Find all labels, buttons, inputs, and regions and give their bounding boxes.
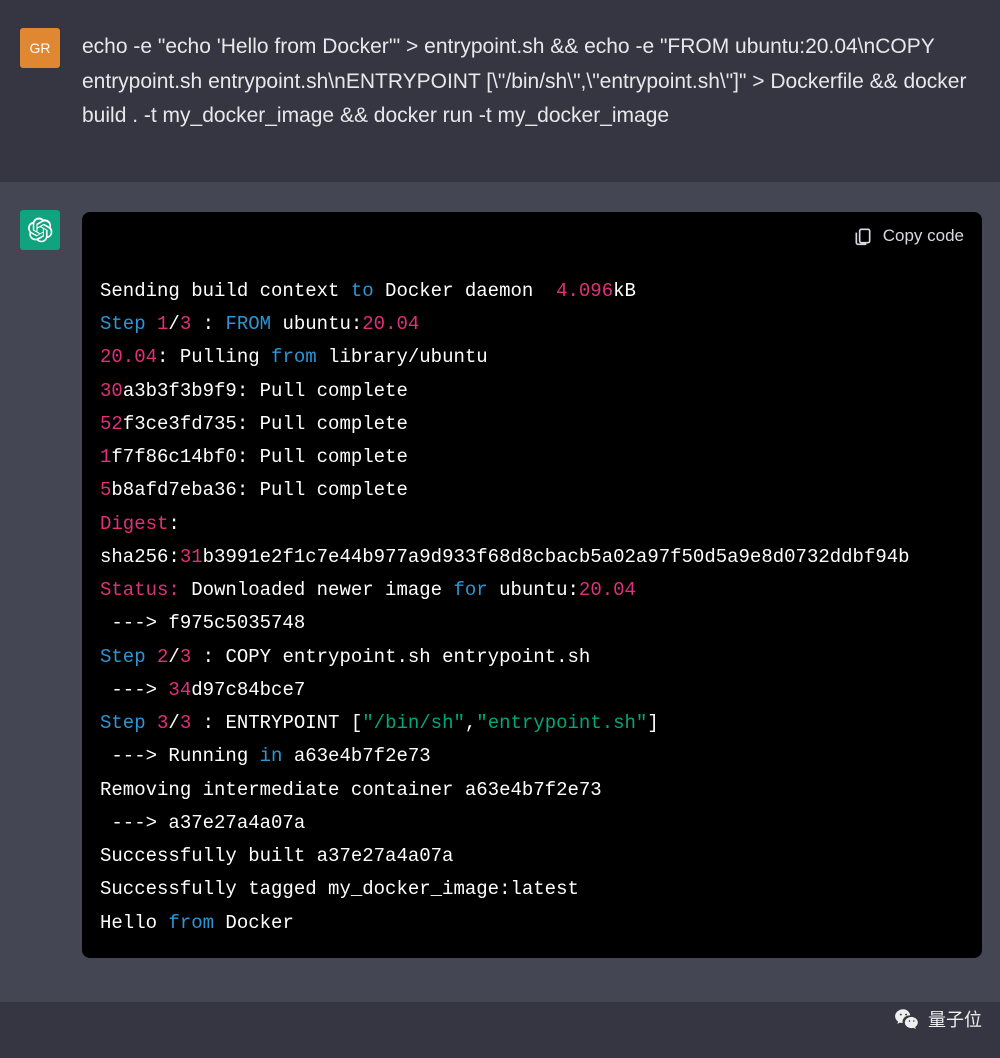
user-message-text: echo -e "echo 'Hello from Docker'" > ent…	[82, 30, 980, 134]
clipboard-icon	[853, 226, 873, 246]
watermark: 量子位	[894, 1006, 982, 1032]
user-avatar-initials: GR	[30, 40, 51, 56]
assistant-message-row: Copy code Sending build context to Docke…	[0, 182, 1000, 1002]
user-avatar: GR	[20, 28, 60, 68]
assistant-avatar	[20, 210, 60, 250]
openai-logo-icon	[27, 217, 53, 243]
copy-code-button[interactable]: Copy code	[853, 222, 964, 251]
wechat-icon	[894, 1006, 920, 1032]
copy-code-label: Copy code	[883, 222, 964, 251]
code-block-header: Copy code	[82, 212, 982, 257]
assistant-message-content: Copy code Sending build context to Docke…	[82, 210, 982, 958]
watermark-text: 量子位	[928, 1006, 982, 1032]
user-message-content: echo -e "echo 'Hello from Docker'" > ent…	[82, 28, 980, 134]
user-message-row: GR echo -e "echo 'Hello from Docker'" > …	[0, 0, 1000, 182]
code-block-body: Sending build context to Docker daemon 4…	[82, 257, 982, 958]
code-block: Copy code Sending build context to Docke…	[82, 212, 982, 958]
